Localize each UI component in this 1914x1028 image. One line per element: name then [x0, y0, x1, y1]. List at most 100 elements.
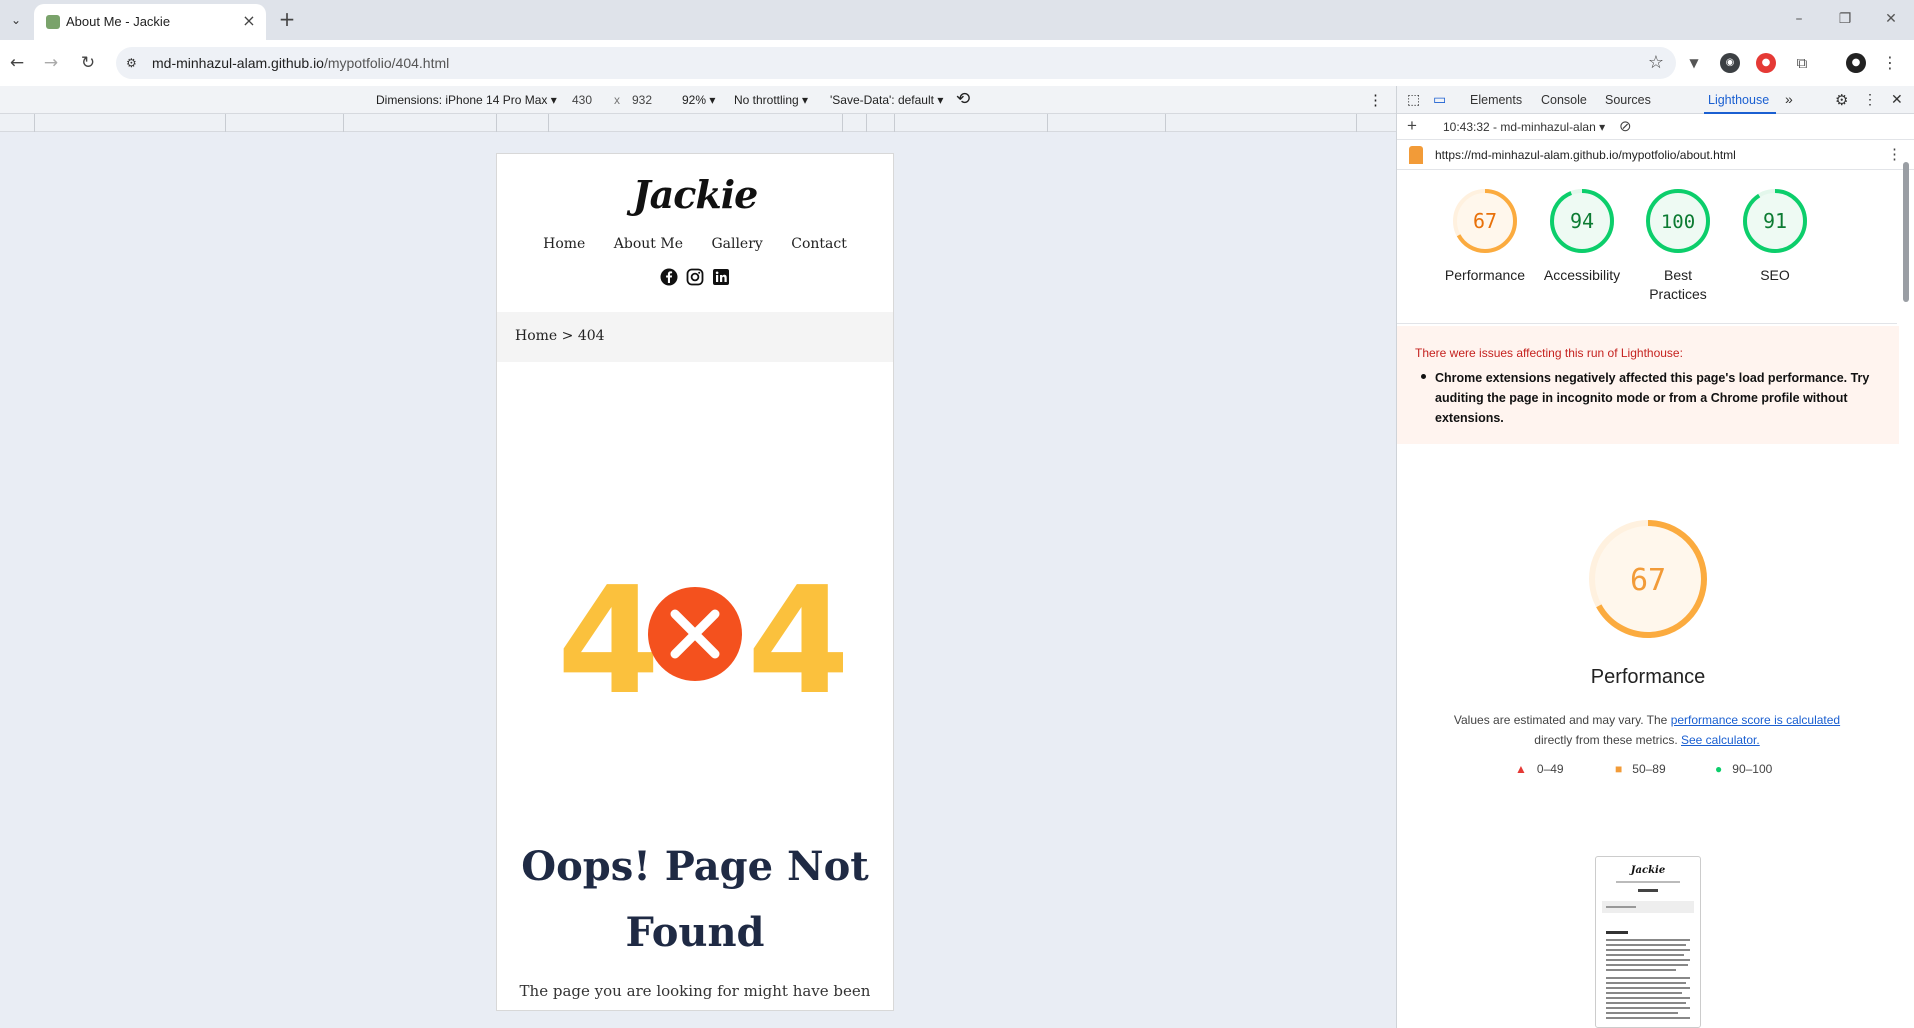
devtools-menu-icon[interactable]: ⋮ [1863, 91, 1877, 108]
device-width-input[interactable]: 430 [572, 93, 592, 107]
tab-favicon-icon [46, 15, 60, 29]
legend-fail: ▲ 0–49 [1515, 762, 1564, 776]
square-icon: ■ [1615, 762, 1623, 776]
nav-about-me[interactable]: About Me [614, 236, 683, 252]
tab-console[interactable]: Console [1541, 93, 1587, 107]
warning-box: There were issues affecting this run of … [1397, 326, 1899, 444]
score-value: 91 [1763, 209, 1787, 233]
reload-icon[interactable]: ↻ [77, 52, 99, 74]
extension-pokeball-icon[interactable]: ● [1756, 53, 1776, 73]
error-heading: Oops! Page Not Found [521, 843, 869, 956]
breadcrumb-bar: Home > 404 [497, 312, 893, 362]
legend-pass-label: 90–100 [1732, 762, 1773, 776]
triangle-icon: ▲ [1515, 762, 1527, 776]
browser-menu-icon[interactable]: ⋮ [1880, 53, 1900, 73]
device-dimensions-select[interactable]: Dimensions: iPhone 14 Pro Max ▾ [376, 93, 557, 107]
facebook-icon[interactable] [660, 268, 678, 286]
see-calculator-link[interactable]: See calculator. [1681, 733, 1760, 747]
warning-item: Chrome extensions negatively affected th… [1435, 371, 1870, 425]
nav-home[interactable]: Home [543, 236, 585, 252]
devtools-tabbar: ⬚ ▭ Elements Console Sources Lighthouse … [1397, 86, 1914, 114]
settings-gear-icon[interactable]: ⚙ [1835, 91, 1848, 109]
performance-gauge-large[interactable]: 67 [1587, 518, 1709, 640]
browser-toolbar: ← → ↻ ⚙ md-minhazul-alam.github.io/mypot… [0, 40, 1914, 86]
more-tabs-icon[interactable]: » [1785, 91, 1793, 107]
site-info-icon[interactable]: ⚙ [126, 55, 142, 71]
score-gauge-best-practices[interactable]: 100 Best Practices [1630, 186, 1726, 304]
close-window-button[interactable]: ✕ [1876, 8, 1906, 32]
legend-average: ■ 50–89 [1615, 762, 1666, 776]
extension-globe-icon[interactable]: ◉ [1720, 53, 1740, 73]
media-query-ruler[interactable] [0, 114, 1396, 132]
score-value: 100 [1661, 211, 1695, 233]
legend-pass: ● 90–100 [1715, 762, 1772, 776]
report-select[interactable]: 10:43:32 - md-minhazul-alan ▾ [1443, 120, 1605, 134]
back-icon[interactable]: ← [6, 52, 28, 74]
address-bar[interactable]: ⚙ md-minhazul-alam.github.io/mypotfolio/… [116, 47, 1676, 79]
tab-sources[interactable]: Sources [1605, 93, 1651, 107]
forward-icon[interactable]: → [40, 52, 62, 74]
perf-note-text-1: Values are estimated and may vary. The [1453, 713, 1668, 727]
clear-reports-icon[interactable]: ⊘ [1619, 117, 1632, 135]
url-path: /mypotfolio/404.html [323, 55, 450, 71]
page-screenshot-thumbnail[interactable]: Jackie [1595, 856, 1701, 1028]
report-menu-icon[interactable]: ⋮ [1887, 145, 1902, 163]
error-description: The page you are looking for might have … [519, 982, 871, 1000]
tab-close-icon[interactable]: × [240, 12, 258, 30]
profile-avatar[interactable]: ● [1846, 53, 1866, 73]
score-label: SEO [1760, 267, 1790, 283]
error-404-illustration: 4 4 [553, 555, 850, 727]
performance-note: Values are estimated and may vary. The p… [1447, 710, 1847, 750]
score-gauge-seo[interactable]: 91 SEO [1727, 186, 1823, 285]
device-toolbar: Dimensions: iPhone 14 Pro Max ▾ 430 x 93… [0, 86, 1396, 114]
tab-title: About Me - Jackie [66, 14, 171, 29]
devtools-close-icon[interactable]: ✕ [1891, 91, 1903, 108]
score-gauge-performance[interactable]: 67 Performance [1437, 186, 1533, 285]
score-label: Performance [1444, 267, 1526, 283]
browser-tab-active[interactable]: About Me - Jackie × [34, 4, 266, 40]
instagram-icon[interactable] [686, 268, 704, 286]
linkedin-icon[interactable] [712, 268, 730, 286]
device-dimensions-label: Dimensions: iPhone 14 Pro Max [376, 93, 548, 107]
extension-vpn-icon[interactable]: ▼ [1684, 53, 1704, 73]
tab-elements[interactable]: Elements [1470, 93, 1522, 107]
restore-button[interactable]: ❐ [1830, 8, 1860, 32]
save-data-select[interactable]: 'Save-Data': default ▾ [830, 93, 943, 107]
report-time: 10:43:32 - md-minhazul-alan [1443, 120, 1596, 134]
new-report-icon[interactable]: + [1407, 116, 1417, 136]
performance-title: Performance [1590, 666, 1706, 688]
devtools-panel: ⬚ ▭ Elements Console Sources Lighthouse … [1396, 86, 1914, 1028]
lighthouse-scores: 67 Performance 94 Accessibility 100 Best Prac… [1397, 170, 1897, 324]
tab-search-chevron-icon[interactable]: ⌄ [6, 10, 26, 30]
score-label: Accessibility [1543, 267, 1621, 283]
report-url-bar: https://md-minhazul-alam.github.io/mypot… [1397, 140, 1914, 170]
url-text[interactable]: md-minhazul-alam.github.io/mypotfolio/40… [152, 55, 449, 71]
device-toggle-icon[interactable]: ▭ [1433, 91, 1446, 108]
device-height-input[interactable]: 932 [632, 93, 652, 107]
rotate-icon[interactable]: ⟲ [956, 89, 970, 109]
throttling-select[interactable]: No throttling ▾ [734, 93, 808, 107]
device-more-options-icon[interactable]: ⋮ [1368, 91, 1383, 109]
new-tab-button[interactable]: + [276, 9, 298, 31]
minimize-button[interactable]: – [1784, 8, 1814, 32]
nav-contact[interactable]: Contact [791, 236, 847, 252]
legend-fail-label: 0–49 [1536, 762, 1564, 776]
report-url[interactable]: https://md-minhazul-alam.github.io/mypot… [1435, 148, 1736, 162]
perf-note-text-2: directly from these metrics. [1534, 733, 1678, 747]
perf-score-calc-link[interactable]: performance score is calculated [1671, 713, 1840, 727]
devtools-scrollbar-thumb[interactable] [1903, 162, 1909, 302]
tab-lighthouse[interactable]: Lighthouse [1708, 93, 1769, 107]
devtools-scrollbar[interactable] [1901, 146, 1911, 1028]
nav-gallery[interactable]: Gallery [711, 236, 762, 252]
dimension-times: x [614, 93, 620, 107]
score-gauge-accessibility[interactable]: 94 Accessibility [1534, 186, 1630, 285]
inspect-element-icon[interactable]: ⬚ [1407, 91, 1420, 108]
bookmark-star-icon[interactable]: ☆ [1648, 52, 1664, 73]
legend-average-label: 50–89 [1632, 762, 1666, 776]
social-links [497, 268, 893, 286]
zoom-select[interactable]: 92% ▾ [682, 93, 715, 107]
zoom-label: 92% [682, 93, 707, 107]
site-logo[interactable]: Jackie [497, 172, 893, 217]
extensions-puzzle-icon[interactable]: ⧉ [1792, 53, 1812, 73]
error-digit-left: 4 [557, 572, 660, 702]
